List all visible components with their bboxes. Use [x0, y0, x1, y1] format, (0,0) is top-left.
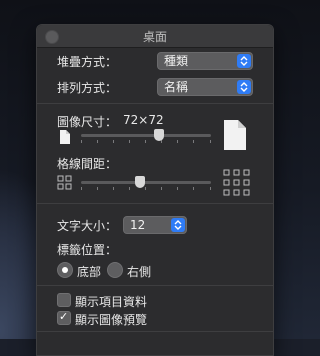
- slider-ticks: [81, 187, 211, 191]
- icon-size-slider-knob[interactable]: [154, 129, 164, 141]
- icon-size-slider[interactable]: [81, 129, 211, 143]
- stack-by-select[interactable]: 種類: [157, 52, 253, 70]
- text-size-label: 文字大小：: [57, 219, 118, 233]
- divider: [37, 203, 273, 204]
- window-title: 桌面: [142, 30, 167, 44]
- show-item-info-label: 顯示項目資料: [75, 295, 148, 309]
- stack-by-label: 堆疊方式：: [57, 55, 118, 69]
- grid-spacing-slider-knob[interactable]: [134, 176, 145, 188]
- icon-size-label: 圖像尺寸：: [57, 115, 118, 129]
- divider: [37, 285, 273, 286]
- icon-size-value: 72×72: [123, 113, 164, 127]
- show-icon-preview-checkbox[interactable]: ✓: [57, 310, 71, 325]
- radio-bottom-label: 底部: [77, 265, 102, 279]
- divider: [37, 103, 273, 104]
- label-position-label: 標籤位置：: [57, 243, 118, 257]
- radio-right-label: 右側: [127, 265, 152, 279]
- grid-spacing-label: 格線間距：: [57, 157, 118, 171]
- grid-wide-icon: [223, 169, 250, 196]
- title-bar[interactable]: 桌面: [37, 25, 273, 48]
- sort-by-select[interactable]: 名稱: [157, 78, 253, 96]
- slider-ticks: [81, 140, 211, 144]
- chevron-up-down-icon: [237, 80, 251, 94]
- grid-spacing-slider[interactable]: [81, 176, 211, 190]
- checkmark-icon: ✓: [59, 310, 69, 323]
- grid-tight-icon: [57, 175, 72, 190]
- chevron-up-down-icon: [237, 54, 251, 68]
- document-small-icon: [60, 130, 70, 144]
- show-icon-preview-label: 顯示圖像預覽: [75, 313, 148, 327]
- sort-by-label: 排列方式：: [57, 81, 118, 95]
- divider: [37, 331, 273, 332]
- document-large-icon: [224, 120, 246, 150]
- show-item-info-checkbox[interactable]: [57, 293, 71, 307]
- radio-bottom[interactable]: [57, 262, 73, 278]
- chevron-up-down-icon: [171, 218, 185, 232]
- sort-by-value: 名稱: [164, 80, 189, 94]
- text-size-select[interactable]: 12: [123, 216, 187, 234]
- radio-right[interactable]: [107, 262, 123, 278]
- stack-by-value: 種類: [164, 54, 189, 68]
- view-options-panel: 桌面 堆疊方式： 種類 排列方式： 名稱 圖像尺寸： 72×72 格線間距： 文…: [36, 24, 274, 356]
- text-size-value: 12: [130, 218, 146, 232]
